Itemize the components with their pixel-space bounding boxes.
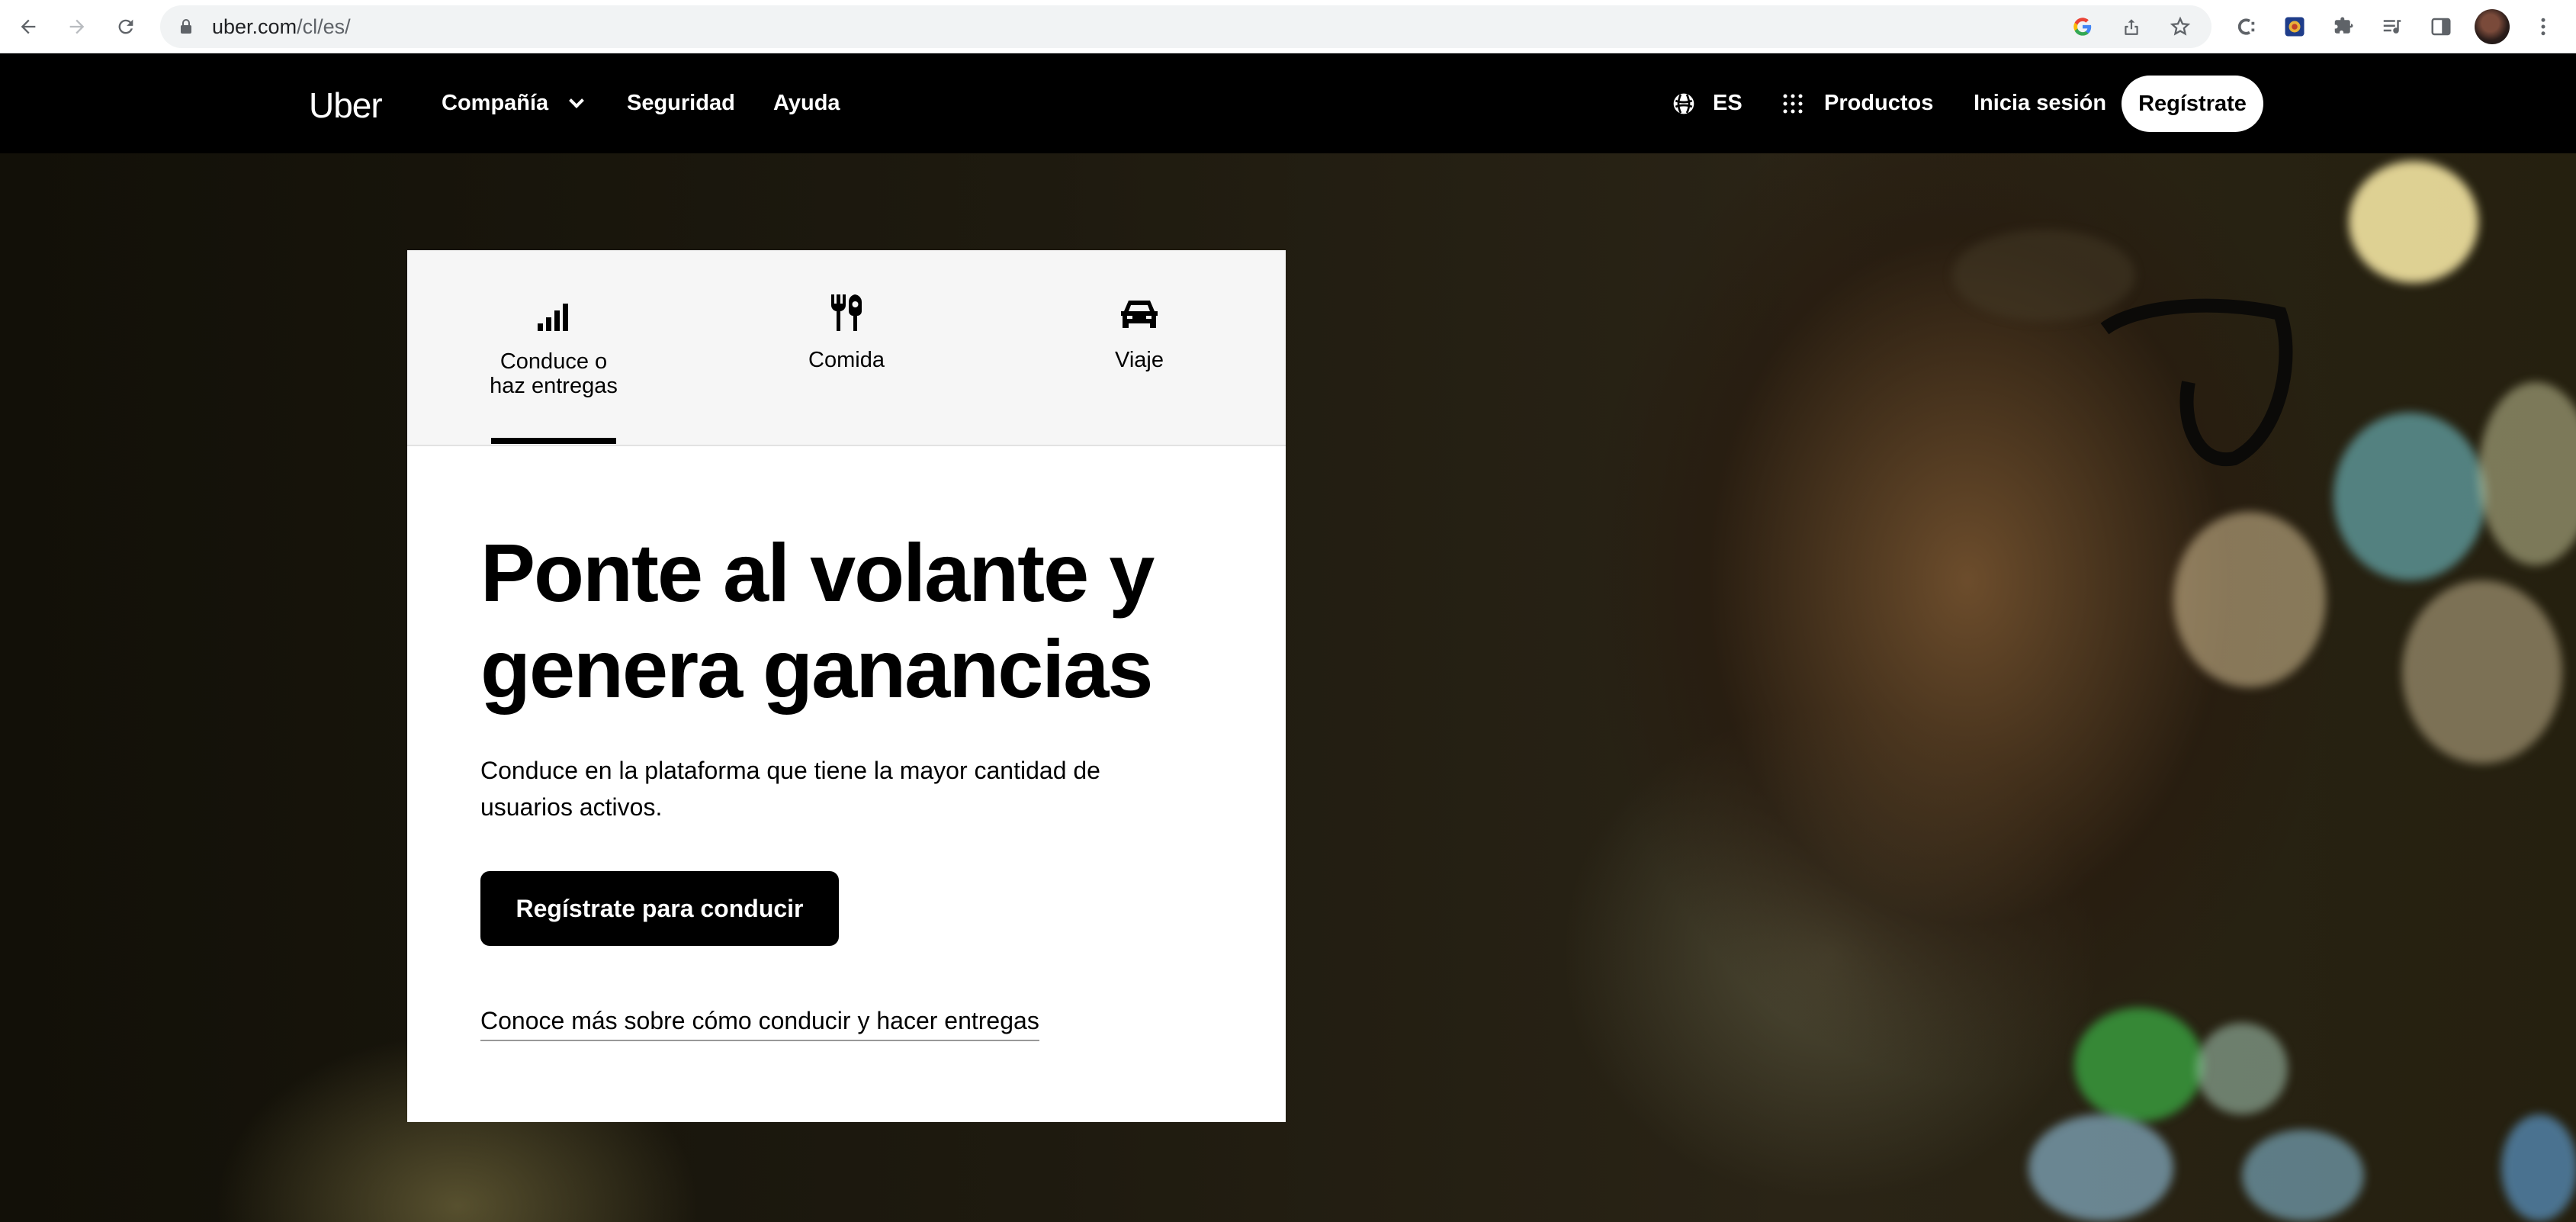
bokeh-light [2173,512,2326,687]
chevron-down-icon [569,92,585,108]
hero-background [0,153,2576,1222]
bokeh-light [2242,1130,2364,1221]
nav-help-label: Ayuda [773,91,840,115]
puzzle-icon[interactable] [2328,11,2359,42]
url-text: uber.com/cl/es/ [212,15,351,38]
language-label: ES [1713,91,1742,115]
media-queue-icon[interactable] [2377,11,2407,42]
lock-icon [181,19,191,34]
car-icon [1121,301,1158,328]
hero-subtext: Conduce en la plataforma que tiene la ma… [480,757,1100,821]
bokeh-light [2333,413,2486,580]
bookmark-star-icon[interactable] [2167,14,2193,40]
forward-button[interactable] [59,9,95,44]
bokeh-light [2402,580,2562,764]
browser-toolbar: uber.com/cl/es/ [0,0,2576,53]
tab-ride-label: Viaje [1115,348,1164,372]
profile-avatar[interactable] [2475,9,2510,44]
products-menu[interactable]: Productos [1781,91,1933,116]
service-tabs: Conduce o haz entregas Comida Viaje [407,250,1286,446]
bokeh-light [2028,1114,2173,1221]
tab-drive-deliver-label: Conduce o haz entregas [490,349,618,398]
kebab-menu-icon[interactable] [2528,11,2558,42]
side-panel-icon[interactable] [2426,11,2456,42]
login-link[interactable]: Inicia sesión [1974,91,2106,116]
tab-food[interactable]: Comida [763,250,930,446]
tab-ride[interactable]: Viaje [1055,250,1223,446]
bokeh-light [2349,161,2478,283]
bokeh-light [2196,1023,2288,1114]
globe-icon [1673,93,1694,114]
nav-security-label: Seguridad [627,91,735,115]
back-button[interactable] [11,9,46,44]
share-icon[interactable] [2118,14,2144,40]
google-icon[interactable] [2070,14,2096,40]
address-bar[interactable]: uber.com/cl/es/ [160,5,2211,48]
nav-company[interactable]: Compañía [442,91,585,116]
bokeh-light [2478,382,2576,565]
arrow-left-icon [21,19,36,34]
grid-dots-icon [1783,94,1803,113]
extension-color-icon[interactable] [2279,11,2310,42]
extension-c-icon[interactable] [2231,11,2261,42]
active-tab-indicator [491,438,616,444]
signup-to-drive-button[interactable]: Regístrate para conducir [480,871,839,946]
reload-button[interactable] [108,9,143,44]
hero-headline: Ponte al volante y genera ganancias [480,526,1155,715]
bokeh-light [2501,1114,2576,1221]
nav-help[interactable]: Ayuda [773,91,840,116]
uber-logo[interactable]: Uber [309,85,383,126]
bokeh-light [2074,1008,2204,1122]
tab-drive-deliver[interactable]: Conduce o haz entregas [470,250,638,446]
learn-more-link[interactable]: Conoce más sobre cómo conducir y hacer e… [480,1007,1039,1041]
signup-button[interactable]: Regístrate [2122,76,2263,132]
glasses-silhouette [2100,298,2293,467]
language-selector[interactable]: ES [1672,91,1742,116]
nav-security[interactable]: Seguridad [627,91,735,116]
hero-card: Conduce o haz entregas Comida Viaje Pont… [407,250,1286,1122]
tab-food-label: Comida [808,348,885,372]
products-label: Productos [1824,91,1934,115]
signal-bars-icon [538,304,568,331]
reload-icon [118,19,133,34]
arrow-right-icon [69,19,85,34]
site-header: Uber Compañía Seguridad Ayuda ES Product… [0,54,2576,153]
login-label: Inicia sesión [1974,91,2107,115]
nav-company-label: Compañía [442,91,549,115]
fork-knife-icon [830,294,862,331]
